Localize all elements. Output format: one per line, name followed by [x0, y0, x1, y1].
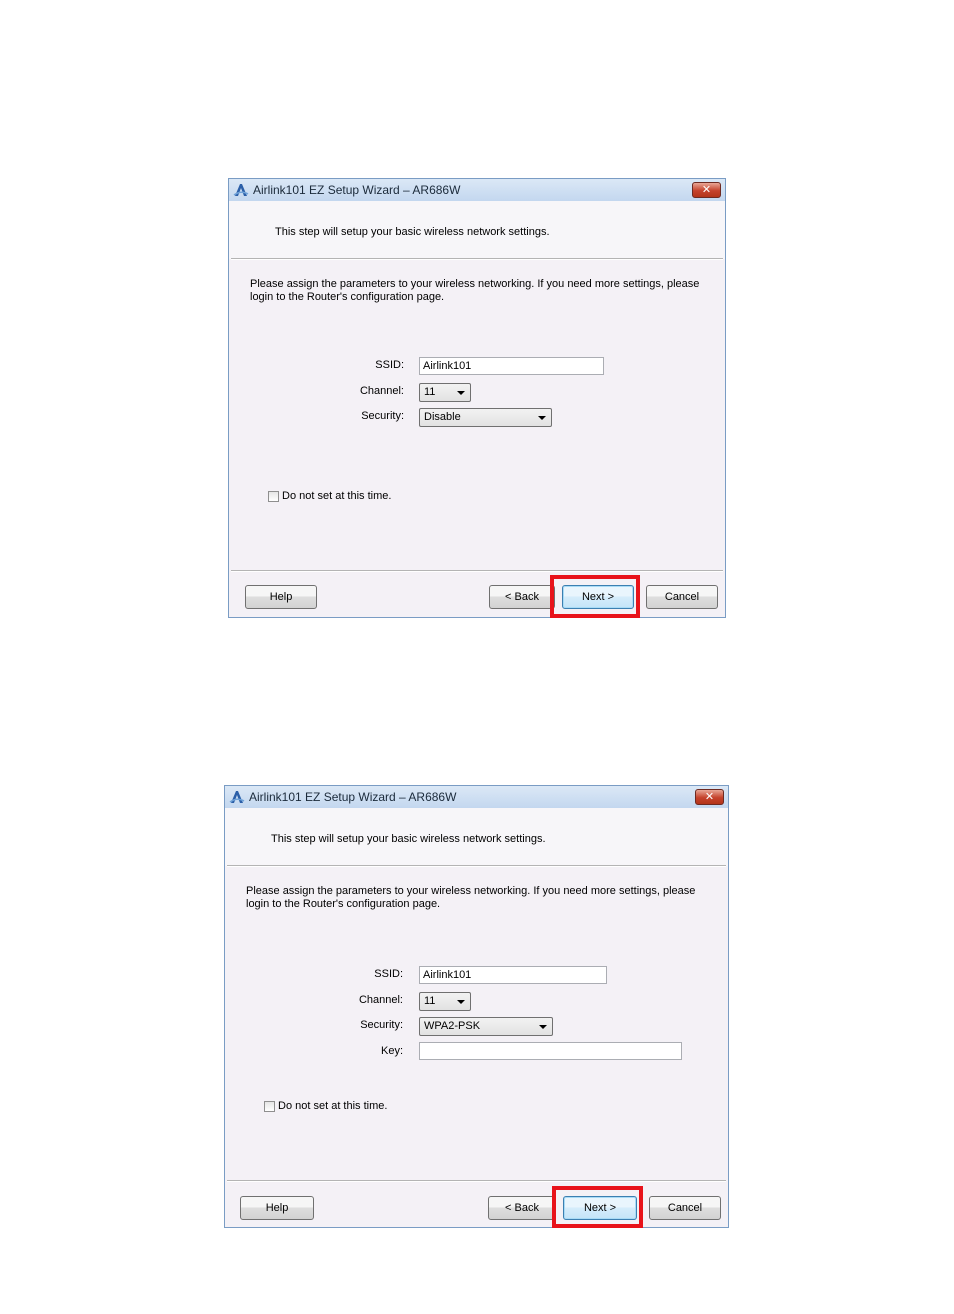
header-divider	[227, 865, 726, 867]
footer-divider	[231, 570, 723, 572]
wizard-header: This step will setup your basic wireless…	[229, 201, 725, 259]
next-button-highlight	[550, 575, 640, 618]
do-not-set-option[interactable]: Do not set at this time.	[268, 490, 391, 502]
chevron-down-icon	[457, 1000, 465, 1004]
next-button-highlight	[552, 1186, 643, 1228]
setup-wizard-dialog-1: Airlink101 EZ Setup Wizard – AR686W ✕ Th…	[228, 178, 726, 618]
footer-divider	[227, 1180, 726, 1182]
security-value: WPA2-PSK	[424, 1020, 481, 1032]
cancel-button[interactable]: Cancel	[646, 585, 718, 609]
key-label: Key:	[380, 1045, 403, 1057]
ssid-label: SSID:	[375, 359, 404, 371]
ssid-label: SSID:	[374, 968, 403, 980]
back-button[interactable]: < Back	[489, 585, 555, 609]
step-description: This step will setup your basic wireless…	[275, 226, 550, 238]
channel-label: Channel:	[358, 994, 403, 1006]
security-select[interactable]: Disable	[419, 408, 552, 427]
channel-label: Channel:	[359, 385, 404, 397]
back-button[interactable]: < Back	[488, 1196, 556, 1220]
security-select[interactable]: WPA2-PSK	[419, 1017, 553, 1036]
header-divider	[231, 258, 723, 260]
window-title: Airlink101 EZ Setup Wizard – AR686W	[253, 183, 461, 197]
channel-select[interactable]: 11	[419, 992, 471, 1011]
security-label: Security:	[361, 410, 404, 422]
title-bar[interactable]: Airlink101 EZ Setup Wizard – AR686W ✕	[225, 786, 728, 809]
cancel-button[interactable]: Cancel	[649, 1196, 721, 1220]
key-input[interactable]	[419, 1042, 682, 1060]
security-value: Disable	[424, 411, 461, 423]
close-button[interactable]: ✕	[695, 789, 724, 805]
do-not-set-label: Do not set at this time.	[278, 1100, 388, 1112]
instructions-text: Please assign the parameters to your wir…	[250, 278, 700, 303]
chevron-down-icon	[457, 391, 465, 395]
channel-select[interactable]: 11	[419, 383, 471, 402]
title-bar[interactable]: Airlink101 EZ Setup Wizard – AR686W ✕	[229, 179, 725, 202]
step-description: This step will setup your basic wireless…	[271, 833, 546, 845]
airlink-app-icon	[233, 184, 249, 196]
channel-value: 11	[424, 386, 436, 398]
channel-value: 11	[424, 995, 436, 1007]
do-not-set-option[interactable]: Do not set at this time.	[264, 1100, 387, 1112]
chevron-down-icon	[538, 416, 546, 420]
instructions-text: Please assign the parameters to your wir…	[246, 885, 696, 910]
security-label: Security:	[360, 1019, 403, 1031]
airlink-app-icon	[229, 791, 245, 803]
wizard-header: This step will setup your basic wireless…	[225, 808, 728, 866]
ssid-input[interactable]: Airlink101	[419, 357, 604, 375]
help-button[interactable]: Help	[245, 585, 317, 609]
do-not-set-checkbox[interactable]	[268, 490, 279, 502]
ssid-input[interactable]: Airlink101	[419, 966, 607, 984]
do-not-set-label: Do not set at this time.	[282, 490, 392, 502]
do-not-set-checkbox[interactable]	[264, 1100, 275, 1112]
close-button[interactable]: ✕	[692, 182, 721, 198]
window-title: Airlink101 EZ Setup Wizard – AR686W	[249, 790, 457, 804]
chevron-down-icon	[539, 1025, 547, 1029]
setup-wizard-dialog-2: Airlink101 EZ Setup Wizard – AR686W ✕ Th…	[224, 785, 729, 1228]
help-button[interactable]: Help	[240, 1196, 314, 1220]
